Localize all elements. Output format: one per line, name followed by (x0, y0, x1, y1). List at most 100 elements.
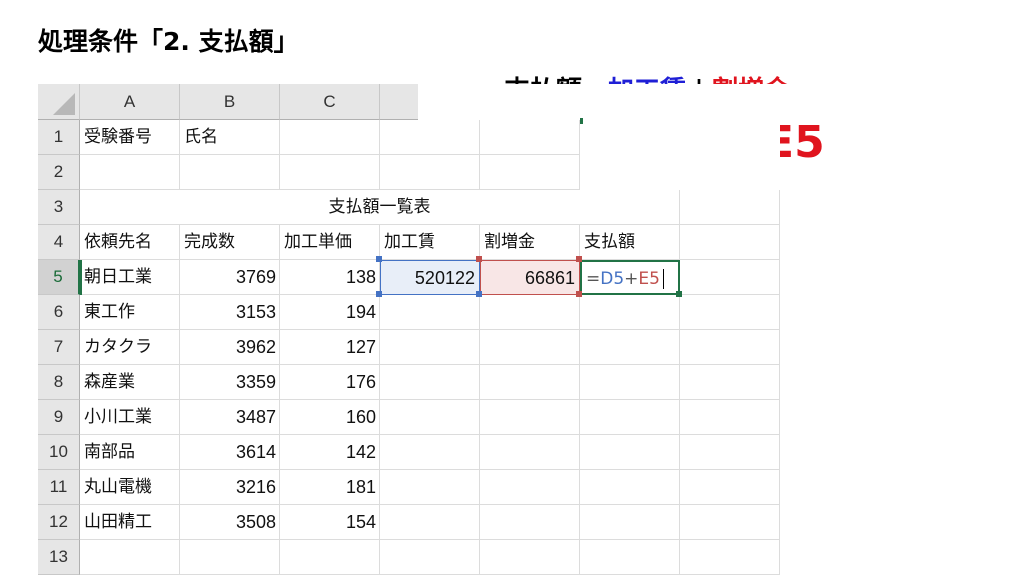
grid-cell[interactable] (80, 155, 180, 190)
cell-client-name[interactable]: 丸山電機 (80, 470, 180, 505)
grid-cell[interactable] (280, 155, 380, 190)
grid-cell[interactable] (380, 155, 480, 190)
cell-completed-count[interactable]: 3508 (180, 505, 280, 540)
cell-completed-count[interactable]: 3153 (180, 295, 280, 330)
e5-handle-br[interactable] (576, 291, 582, 297)
column-header-b[interactable]: B (180, 84, 280, 120)
row-header-1[interactable]: 1 (38, 120, 80, 155)
row-header-3[interactable]: 3 (38, 190, 80, 225)
cell-f5-formula-input[interactable]: =D5+E5 (580, 260, 680, 295)
grid-cell[interactable] (480, 435, 580, 470)
header-processing-fee[interactable]: 加工賃 (380, 225, 480, 260)
cell-completed-count[interactable]: 3962 (180, 330, 280, 365)
row-header-4[interactable]: 4 (38, 225, 80, 260)
grid-cell[interactable] (480, 365, 580, 400)
grid-cell[interactable] (680, 260, 780, 295)
cell-completed-count[interactable]: 3216 (180, 470, 280, 505)
cell-unit-price[interactable]: 154 (280, 505, 380, 540)
grid-cell[interactable] (480, 295, 580, 330)
cell-unit-price[interactable]: 138 (280, 260, 380, 295)
cell-b1[interactable]: 氏名 (180, 120, 280, 155)
table-title[interactable]: 支払額一覧表 (80, 190, 680, 225)
cell-client-name[interactable]: 東工作 (80, 295, 180, 330)
cell-e5-surcharge[interactable]: 66861 (480, 260, 580, 295)
grid-cell[interactable] (80, 540, 180, 575)
grid-cell[interactable] (380, 400, 480, 435)
grid-cell[interactable] (480, 330, 580, 365)
row-header-7[interactable]: 7 (38, 330, 80, 365)
column-header-a[interactable]: A (80, 84, 180, 120)
cell-client-name[interactable]: 南部品 (80, 435, 180, 470)
d5-handle-br[interactable] (476, 291, 482, 297)
cell-client-name[interactable]: カタクラ (80, 330, 180, 365)
grid-cell[interactable] (480, 155, 580, 190)
row-header-8[interactable]: 8 (38, 365, 80, 400)
grid-cell[interactable] (280, 120, 380, 155)
grid-cell[interactable] (580, 330, 680, 365)
grid-cell[interactable] (380, 540, 480, 575)
cell-a1[interactable]: 受験番号 (80, 120, 180, 155)
row-header-10[interactable]: 10 (38, 435, 80, 470)
grid-cell[interactable] (680, 505, 780, 540)
column-header-c[interactable]: C (280, 84, 380, 120)
grid-cell[interactable] (280, 540, 380, 575)
cell-client-name[interactable]: 朝日工業 (80, 260, 180, 295)
grid-cell[interactable] (180, 155, 280, 190)
cell-completed-count[interactable]: 3487 (180, 400, 280, 435)
row-header-5[interactable]: 5 (38, 260, 80, 295)
e5-handle-tr[interactable] (576, 256, 582, 262)
grid-cell[interactable] (680, 365, 780, 400)
grid-cell[interactable] (580, 470, 680, 505)
cell-unit-price[interactable]: 176 (280, 365, 380, 400)
cell-unit-price[interactable]: 142 (280, 435, 380, 470)
grid-cell[interactable] (680, 330, 780, 365)
cell-unit-price[interactable]: 194 (280, 295, 380, 330)
e5-handle-tl[interactable] (476, 256, 482, 262)
row-header-2[interactable]: 2 (38, 155, 80, 190)
grid-cell[interactable] (380, 505, 480, 540)
grid-cell[interactable] (380, 330, 480, 365)
select-all-corner[interactable] (38, 84, 80, 120)
cell-unit-price[interactable]: 127 (280, 330, 380, 365)
header-completed-count[interactable]: 完成数 (180, 225, 280, 260)
d5-handle-bl[interactable] (376, 291, 382, 297)
grid-cell[interactable] (480, 470, 580, 505)
grid-cell[interactable] (380, 120, 480, 155)
row-header-9[interactable]: 9 (38, 400, 80, 435)
grid-cell[interactable] (580, 435, 680, 470)
cell-client-name[interactable]: 山田精工 (80, 505, 180, 540)
grid-cell[interactable] (380, 365, 480, 400)
row-header-13[interactable]: 13 (38, 540, 80, 575)
grid-cell[interactable] (580, 365, 680, 400)
row-header-6[interactable]: 6 (38, 295, 80, 330)
grid-cell[interactable] (380, 470, 480, 505)
row-header-12[interactable]: 12 (38, 505, 80, 540)
d5-handle-tl[interactable] (376, 256, 382, 262)
grid-cell[interactable] (680, 470, 780, 505)
f5-fill-handle[interactable] (676, 291, 682, 297)
cell-unit-price[interactable]: 160 (280, 400, 380, 435)
grid-cell[interactable] (680, 540, 780, 575)
grid-cell[interactable] (580, 295, 680, 330)
grid-cell[interactable] (480, 540, 580, 575)
cell-unit-price[interactable]: 181 (280, 470, 380, 505)
grid-cell[interactable] (680, 435, 780, 470)
grid-cell[interactable] (380, 295, 480, 330)
cell-client-name[interactable]: 小川工業 (80, 400, 180, 435)
cell-completed-count[interactable]: 3359 (180, 365, 280, 400)
cell-completed-count[interactable]: 3614 (180, 435, 280, 470)
header-unit-price[interactable]: 加工単価 (280, 225, 380, 260)
grid-cell[interactable] (580, 540, 680, 575)
grid-cell[interactable] (480, 505, 580, 540)
grid-cell[interactable] (680, 400, 780, 435)
row-header-11[interactable]: 11 (38, 470, 80, 505)
header-payment[interactable]: 支払額 (580, 225, 680, 260)
grid-cell[interactable] (680, 190, 780, 225)
grid-cell[interactable] (580, 505, 680, 540)
grid-cell[interactable] (580, 400, 680, 435)
column-header-d-partial[interactable] (380, 84, 418, 120)
cell-d5-processing-fee[interactable]: 520122 (380, 260, 480, 295)
grid-cell[interactable] (680, 295, 780, 330)
grid-cell[interactable] (180, 540, 280, 575)
cell-completed-count[interactable]: 3769 (180, 260, 280, 295)
